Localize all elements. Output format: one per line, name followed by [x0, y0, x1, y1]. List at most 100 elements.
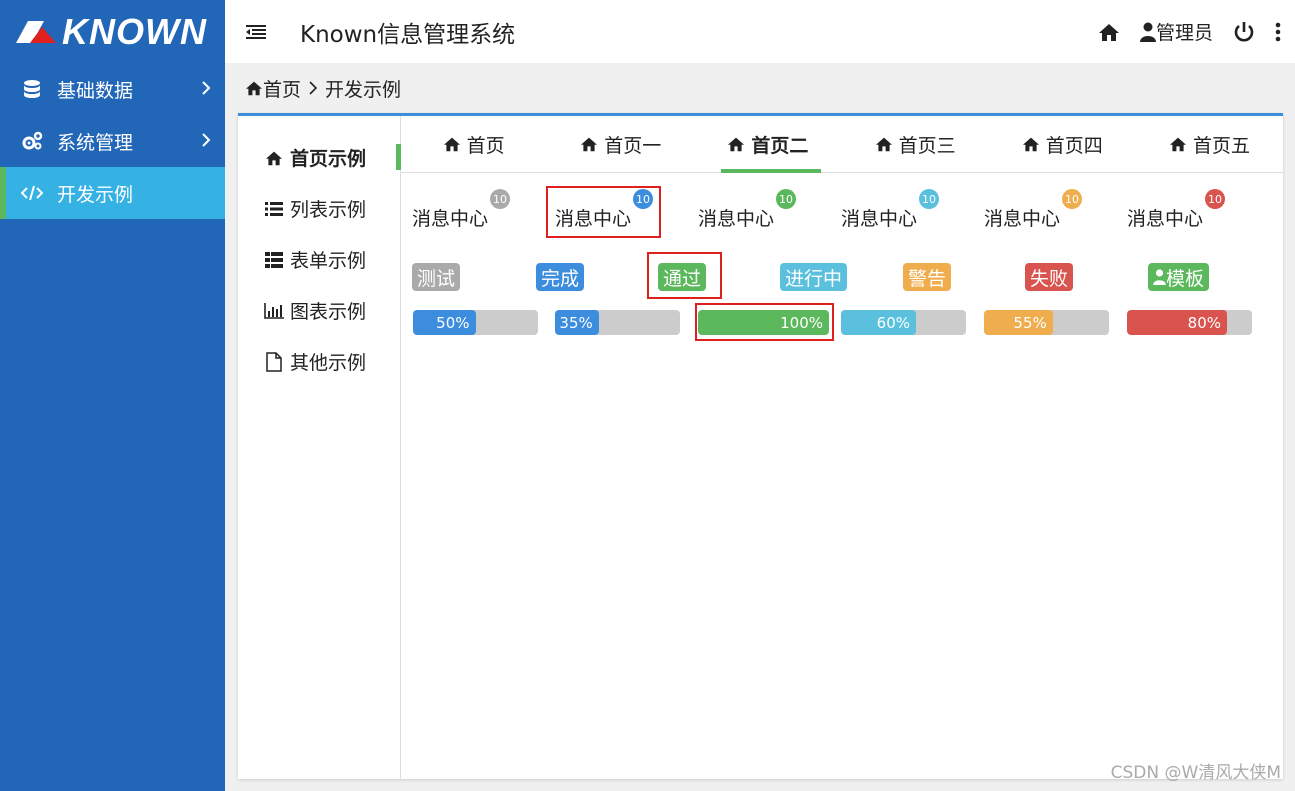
tab-label: 其他示例	[290, 352, 367, 374]
breadcrumb: 首页 开发示例	[245, 75, 402, 102]
tab-home-5[interactable]: 首页五	[1136, 116, 1283, 172]
label-test: 测试	[412, 263, 461, 291]
progress-bar: 80%	[1127, 310, 1252, 335]
tab-label: 图表示例	[290, 301, 367, 323]
progress-fill: 60%	[841, 310, 916, 335]
tab-list-example[interactable]: 列表示例	[238, 183, 400, 234]
tab-label: 表单示例	[290, 250, 367, 272]
label-done: 完成	[536, 263, 585, 291]
watermark: CSDN @W清风大侠M	[1110, 763, 1281, 783]
sidebar-item-dev-examples[interactable]: 开发示例	[0, 167, 225, 219]
sidebar-item-label: 开发示例	[57, 183, 134, 206]
tab-other-example[interactable]: 其他示例	[238, 336, 400, 387]
user-name: 管理员	[1155, 22, 1213, 44]
sidebar-item-label: 基础数据	[57, 79, 134, 102]
tab-label: 列表示例	[290, 199, 367, 221]
top-header: Known信息管理系统 管理员	[225, 0, 1295, 63]
sidebar-item-basic-data[interactable]: 基础数据	[0, 63, 225, 115]
progress-bar: 60%	[841, 310, 966, 335]
badge-label: 消息中心	[698, 208, 775, 230]
app-title: Known信息管理系统	[300, 21, 516, 48]
power-icon	[1234, 21, 1254, 41]
badge-label: 消息中心	[984, 208, 1061, 230]
label-in-progress: 进行中	[780, 263, 848, 291]
tab-label: 首页五	[1192, 134, 1250, 157]
home-icon	[1022, 136, 1040, 152]
progress-fill: 50%	[413, 310, 476, 335]
form-list-icon	[264, 251, 284, 268]
breadcrumb-home[interactable]: 首页	[263, 75, 301, 102]
code-icon	[20, 181, 44, 205]
user-menu[interactable]: 管理员	[1139, 18, 1213, 45]
tab-home-4[interactable]: 首页四	[989, 116, 1136, 172]
home-icon	[727, 136, 745, 152]
chevron-right-icon	[309, 81, 318, 95]
message-center-link[interactable]: 消息中心 10	[984, 189, 1083, 231]
tab-home-example[interactable]: 首页示例	[238, 132, 401, 183]
progress-fill: 35%	[555, 310, 599, 335]
user-icon	[1139, 22, 1156, 42]
tab-label: 首页	[466, 134, 505, 157]
progress-bar: 35%	[555, 310, 680, 335]
progress-text: 80%	[1187, 313, 1221, 332]
sidebar-item-label: 系统管理	[57, 131, 134, 154]
cogs-icon	[20, 129, 44, 153]
home-icon	[1098, 23, 1119, 41]
highlight-box	[647, 252, 722, 299]
badge-count: 10	[919, 189, 940, 209]
tab-label: 首页三	[898, 134, 956, 157]
message-center-link[interactable]: 消息中心 10	[698, 189, 797, 231]
tab-home[interactable]: 首页	[400, 116, 547, 172]
tab-home-2[interactable]: 首页二	[694, 116, 841, 173]
tab-home-1[interactable]: 首页一	[547, 116, 694, 172]
database-icon	[20, 77, 44, 101]
progress-fill: 80%	[1127, 310, 1227, 335]
message-center-link[interactable]: 消息中心 10	[412, 189, 511, 231]
home-icon	[264, 150, 284, 166]
list-icon	[264, 201, 284, 217]
progress-fill: 55%	[984, 310, 1053, 335]
badge-count: 10	[1062, 189, 1083, 209]
tab-chart-example[interactable]: 图表示例	[238, 285, 400, 336]
tab-label: 首页二	[751, 134, 809, 157]
highlight-box	[695, 303, 834, 341]
logo: KNOWN	[0, 0, 225, 63]
progress-bar: 55%	[984, 310, 1109, 335]
label-warning: 警告	[903, 263, 952, 291]
home-button[interactable]	[1098, 22, 1120, 42]
home-icon	[246, 81, 262, 96]
badge-label: 消息中心	[841, 208, 918, 230]
horizontal-tabs: 首页 首页一 首页二 首页三 首页四 首页五	[401, 116, 1283, 173]
highlight-box	[546, 186, 661, 238]
more-vertical-icon	[1275, 22, 1281, 41]
logo-text: KNOWN	[62, 10, 207, 52]
progress-text: 50%	[436, 313, 470, 332]
message-center-link[interactable]: 消息中心 10	[841, 189, 940, 231]
tab-content: 首页 首页一 首页二 首页三 首页四 首页五 消息中心 10 消息中心 10 消息中…	[401, 116, 1283, 779]
tab-form-example[interactable]: 表单示例	[238, 234, 400, 285]
tab-home-3[interactable]: 首页三	[842, 116, 989, 172]
label-text: 模板	[1166, 267, 1205, 290]
progress-text: 55%	[1013, 313, 1047, 332]
progress-text: 35%	[559, 313, 593, 332]
more-options-button[interactable]	[1275, 22, 1281, 42]
label-template: 模板	[1148, 263, 1210, 291]
progress-bar: 50%	[413, 310, 538, 335]
bar-chart-icon	[264, 302, 284, 319]
message-center-link[interactable]: 消息中心 10	[1127, 189, 1226, 231]
chevron-right-icon	[201, 131, 211, 153]
breadcrumb-current: 开发示例	[325, 78, 402, 101]
user-icon	[1153, 269, 1166, 285]
badge-count: 10	[776, 189, 797, 209]
badge-row: 消息中心 10 消息中心 10 消息中心 10 消息中心 10 消息中心 10 消息中心 1…	[401, 186, 1281, 246]
file-icon	[264, 351, 284, 372]
label-failed: 失败	[1025, 263, 1074, 291]
badge-count: 10	[490, 189, 511, 209]
badge-label: 消息中心	[1127, 208, 1204, 230]
sidebar-item-system-management[interactable]: 系统管理	[0, 115, 225, 167]
vertical-tabs: 首页示例 列表示例 表单示例 图表示例 其他示例	[238, 116, 401, 779]
main-panel: 首页示例 列表示例 表单示例 图表示例 其他示例 首页 首页一 首页二 首页三 …	[238, 113, 1283, 779]
menu-toggle-icon[interactable]	[246, 22, 268, 42]
logout-button[interactable]	[1233, 21, 1255, 43]
logo-mark-icon	[16, 20, 56, 43]
